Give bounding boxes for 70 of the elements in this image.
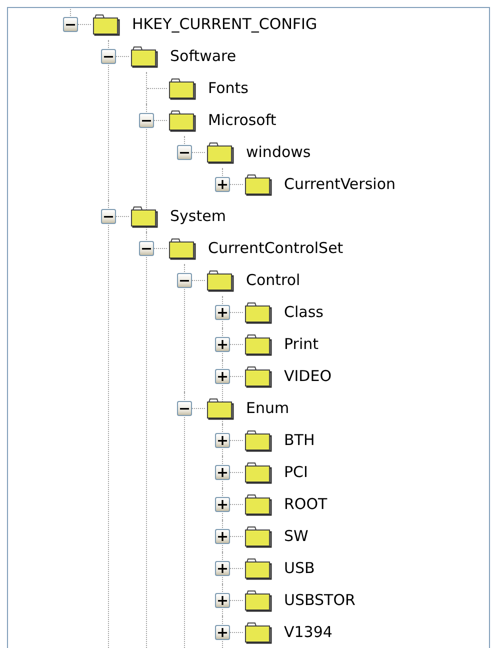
plus-icon (218, 596, 227, 604)
tree-item-label[interactable]: BTH (284, 431, 315, 449)
folder-icon (244, 172, 272, 196)
tree-item-label[interactable]: ROOT (284, 495, 328, 513)
collapse-button[interactable] (177, 400, 192, 416)
plus-icon (218, 532, 227, 540)
folder-icon (206, 396, 234, 420)
collapse-button[interactable] (139, 240, 154, 256)
plus-icon (218, 628, 227, 636)
tree-item-label[interactable]: windows (246, 143, 311, 161)
tree-item-label[interactable]: System (170, 207, 226, 225)
expand-button[interactable] (215, 592, 230, 608)
expand-button[interactable] (215, 368, 230, 384)
folder-icon (168, 236, 196, 260)
folder-icon (244, 524, 272, 548)
folder-icon (244, 492, 272, 516)
plus-icon (218, 340, 227, 348)
tree-item-label[interactable]: Software (170, 47, 236, 65)
plus-icon (218, 372, 227, 380)
tree-item-label[interactable]: SW (284, 527, 308, 545)
collapse-button[interactable] (177, 272, 192, 288)
folder-icon (244, 364, 272, 388)
collapse-button[interactable] (177, 144, 192, 160)
collapse-button[interactable] (101, 48, 116, 64)
folder-icon (244, 428, 272, 452)
folder-icon (244, 460, 272, 484)
plus-icon (218, 468, 227, 476)
tree-item-label[interactable]: V1394 (284, 623, 332, 641)
tree-item-label[interactable]: Class (284, 303, 324, 321)
expand-button[interactable] (215, 464, 230, 480)
tree-item-label[interactable]: USB (284, 559, 315, 577)
tree-item-label[interactable]: Fonts (208, 79, 248, 97)
expand-button[interactable] (215, 496, 230, 512)
expand-button[interactable] (215, 624, 230, 640)
folder-icon (130, 44, 158, 68)
tree-item-label[interactable]: PCI (284, 463, 308, 481)
folder-icon (168, 108, 196, 132)
expand-button[interactable] (215, 304, 230, 320)
collapse-button[interactable] (101, 208, 116, 224)
folder-icon (244, 620, 272, 644)
tree-item-label[interactable]: Enum (246, 399, 290, 417)
folder-icon (244, 556, 272, 580)
expand-button[interactable] (215, 560, 230, 576)
plus-icon (218, 436, 227, 444)
expand-button[interactable] (215, 528, 230, 544)
plus-icon (218, 500, 227, 508)
tree-item-label[interactable]: Print (284, 335, 319, 353)
folder-icon (130, 204, 158, 228)
plus-icon (218, 180, 227, 188)
expand-button[interactable] (215, 336, 230, 352)
folder-icon (244, 300, 272, 324)
collapse-button[interactable] (139, 112, 154, 128)
tree-item-label[interactable]: CurrentVersion (284, 175, 396, 193)
collapse-button[interactable] (63, 16, 78, 32)
folder-icon (206, 268, 234, 292)
folder-icon (244, 332, 272, 356)
folder-icon (168, 76, 196, 100)
tree-item-label[interactable]: CurrentControlSet (208, 239, 344, 257)
expand-button[interactable] (215, 432, 230, 448)
plus-icon (218, 564, 227, 572)
tree-item-label[interactable]: HKEY_CURRENT_CONFIG (132, 15, 318, 33)
tree-item-label[interactable]: Control (246, 271, 300, 289)
tree-item-label[interactable]: USBSTOR (284, 591, 356, 609)
expand-button[interactable] (215, 176, 230, 192)
tree-item-label[interactable]: VIDEO (284, 367, 332, 385)
folder-icon (206, 140, 234, 164)
plus-icon (218, 308, 227, 316)
folder-icon (244, 588, 272, 612)
folder-icon (92, 12, 120, 36)
tree-item-label[interactable]: Microsoft (208, 111, 276, 129)
